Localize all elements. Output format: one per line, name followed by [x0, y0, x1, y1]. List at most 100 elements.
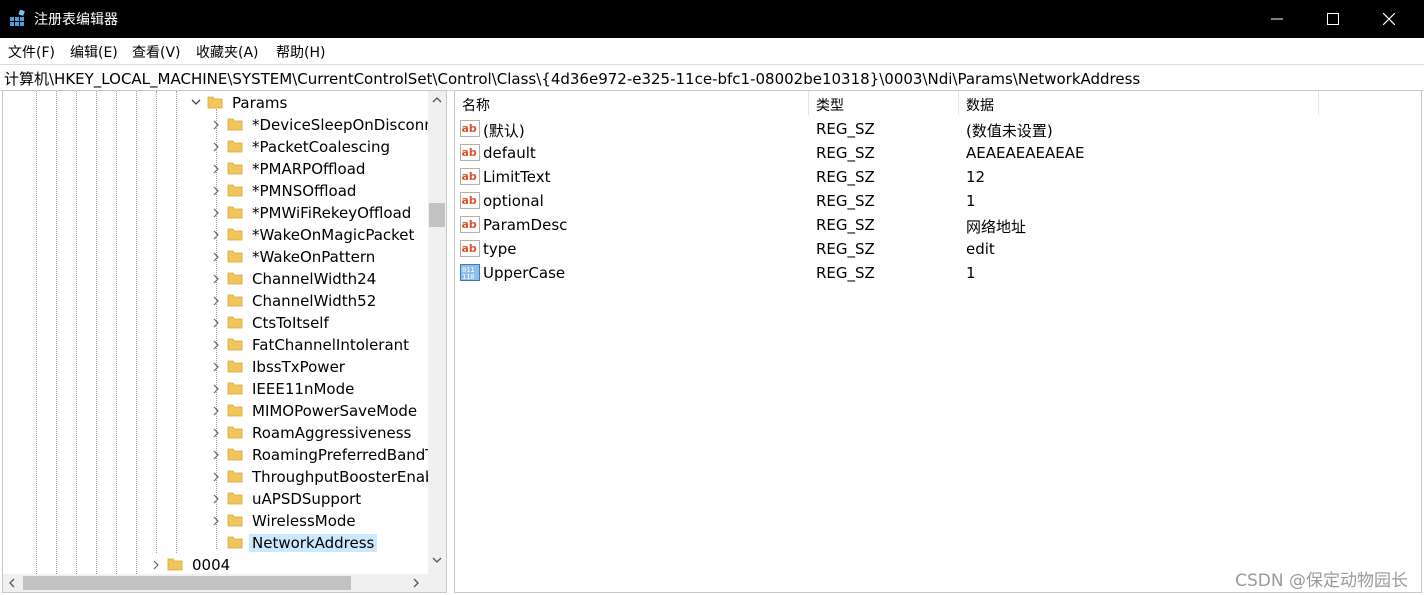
chevron-right-icon[interactable] [209, 400, 223, 422]
chevron-right-icon[interactable] [209, 378, 223, 400]
chevron-right-icon[interactable] [209, 114, 223, 136]
string-value-icon: ab [460, 120, 480, 137]
column-header-data[interactable]: 数据 [959, 91, 1319, 115]
watermark: CSDN @保定动物园长 [1235, 571, 1408, 591]
address-bar[interactable]: 计算机\HKEY_LOCAL_MACHINE\SYSTEM\CurrentCon… [0, 64, 1424, 91]
tree-item-label: uAPSDSupport [252, 490, 362, 508]
tree-item-label: MIMOPowerSaveMode [252, 402, 418, 420]
menu-help[interactable]: 帮助(H) [276, 42, 325, 62]
chevron-right-icon[interactable] [209, 246, 223, 268]
regedit-app-icon [10, 10, 25, 26]
tree-item-label: *PMARPOffload [252, 160, 366, 178]
svg-text:ab: ab [462, 218, 477, 231]
chevron-right-icon[interactable] [209, 356, 223, 378]
svg-text:ab: ab [462, 146, 477, 159]
column-header-type[interactable]: 类型 [809, 91, 959, 115]
tree-item-label: *WakeOnPattern [252, 248, 376, 266]
value-type: REG_SZ [816, 240, 875, 258]
scroll-down-icon[interactable] [431, 555, 443, 565]
string-value-icon: ab [460, 192, 480, 209]
svg-text:ab: ab [462, 170, 477, 183]
folder-icon [227, 184, 243, 197]
minimize-button[interactable] [1254, 0, 1300, 38]
value-name: ParamDesc [483, 216, 568, 234]
folder-icon [227, 448, 243, 461]
chevron-right-icon[interactable] [209, 510, 223, 532]
folder-icon [227, 470, 243, 483]
menu-favorites[interactable]: 收藏夹(A) [196, 42, 259, 62]
value-type: REG_SZ [816, 120, 875, 138]
tree-item-label: ChannelWidth52 [252, 292, 377, 310]
value-row[interactable]: ab (默认) REG_SZ (数值未设置) [455, 117, 1415, 141]
tree-item-label: RoamAggressiveness [252, 424, 412, 442]
chevron-right-icon[interactable] [209, 334, 223, 356]
close-icon [1383, 13, 1395, 25]
value-row[interactable]: ab type REG_SZ edit [455, 237, 1415, 261]
menu-bar: 文件(F) 编辑(E) 查看(V) 收藏夹(A) 帮助(H) [0, 38, 1424, 63]
chevron-right-icon[interactable] [209, 180, 223, 202]
key-tree-pane[interactable]: Params *DeviceSleepOnDisconn *PacketCoale… [2, 90, 447, 593]
minimize-icon [1271, 18, 1283, 20]
value-row[interactable]: ab LimitText REG_SZ 12 [455, 165, 1415, 189]
tree-guide-line [116, 91, 117, 574]
value-row[interactable]: 011 110 UpperCase REG_SZ 1 [455, 261, 1415, 285]
chevron-right-icon[interactable] [209, 444, 223, 466]
value-data: 12 [966, 168, 986, 186]
menu-file[interactable]: 文件(F) [8, 42, 55, 62]
tree-item-label: NetworkAddress [249, 534, 378, 552]
chevron-right-icon[interactable] [209, 290, 223, 312]
scroll-up-icon[interactable] [431, 95, 443, 105]
scrollbar-corner [428, 574, 446, 592]
values-list-pane[interactable]: 名称 类型 数据 ab (默认) REG_SZ (数值未设置) ab default REG… [454, 90, 1422, 593]
value-name: (默认) [483, 122, 525, 140]
value-data: AEAEAEAEAEAE [966, 144, 1085, 162]
tree-item-label: *PMNSOffload [252, 182, 357, 200]
scroll-thumb[interactable] [429, 203, 445, 227]
value-row[interactable]: ab ParamDesc REG_SZ 网络地址 [455, 213, 1415, 237]
value-data: edit [966, 240, 995, 258]
chevron-right-icon[interactable] [209, 422, 223, 444]
chevron-right-icon[interactable] [209, 312, 223, 334]
folder-open-icon [207, 96, 223, 109]
tree-vertical-scrollbar[interactable] [428, 91, 446, 574]
close-button[interactable] [1366, 0, 1412, 38]
tree-guide-line [76, 91, 77, 574]
value-name: optional [483, 192, 544, 210]
chevron-right-icon[interactable] [149, 554, 163, 576]
binary-value-icon: 011110 [460, 264, 480, 281]
scroll-left-icon[interactable] [7, 578, 17, 588]
column-header-name[interactable]: 名称 [455, 91, 809, 115]
maximize-icon [1327, 13, 1339, 25]
chevron-right-icon[interactable] [209, 224, 223, 246]
string-value-icon: ab [460, 240, 480, 257]
tree-item-label: Params [232, 94, 288, 112]
menu-view[interactable]: 查看(V) [132, 42, 181, 62]
folder-icon [227, 404, 243, 417]
value-data: 1 [966, 264, 976, 282]
chevron-right-icon[interactable] [209, 488, 223, 510]
menu-edit[interactable]: 编辑(E) [70, 42, 118, 62]
chevron-right-icon[interactable] [209, 268, 223, 290]
value-name: UpperCase [483, 264, 566, 282]
chevron-right-icon[interactable] [209, 466, 223, 488]
scroll-right-icon[interactable] [411, 578, 421, 588]
address-path[interactable]: 计算机\HKEY_LOCAL_MACHINE\SYSTEM\CurrentCon… [4, 68, 1140, 89]
folder-icon [227, 118, 243, 131]
chevron-right-icon[interactable] [209, 158, 223, 180]
tree-item-label: CtsToItself [252, 314, 329, 332]
tree-item-label: *PMWiFiRekeyOffload [252, 204, 412, 222]
scroll-thumb[interactable] [23, 576, 351, 590]
svg-text:110: 110 [462, 273, 475, 281]
string-value-icon: ab [460, 168, 480, 185]
tree-horizontal-scrollbar[interactable] [3, 574, 428, 592]
svg-text:ab: ab [462, 242, 477, 255]
value-row[interactable]: ab default REG_SZ AEAEAEAEAEAE [455, 141, 1415, 165]
chevron-down-icon[interactable] [189, 92, 203, 114]
value-row[interactable]: ab optional REG_SZ 1 [455, 189, 1415, 213]
folder-icon [227, 514, 243, 527]
chevron-right-icon[interactable] [209, 136, 223, 158]
chevron-right-icon[interactable] [209, 202, 223, 224]
folder-icon [167, 558, 183, 571]
maximize-button[interactable] [1310, 0, 1356, 38]
string-value-icon: ab [460, 216, 480, 233]
